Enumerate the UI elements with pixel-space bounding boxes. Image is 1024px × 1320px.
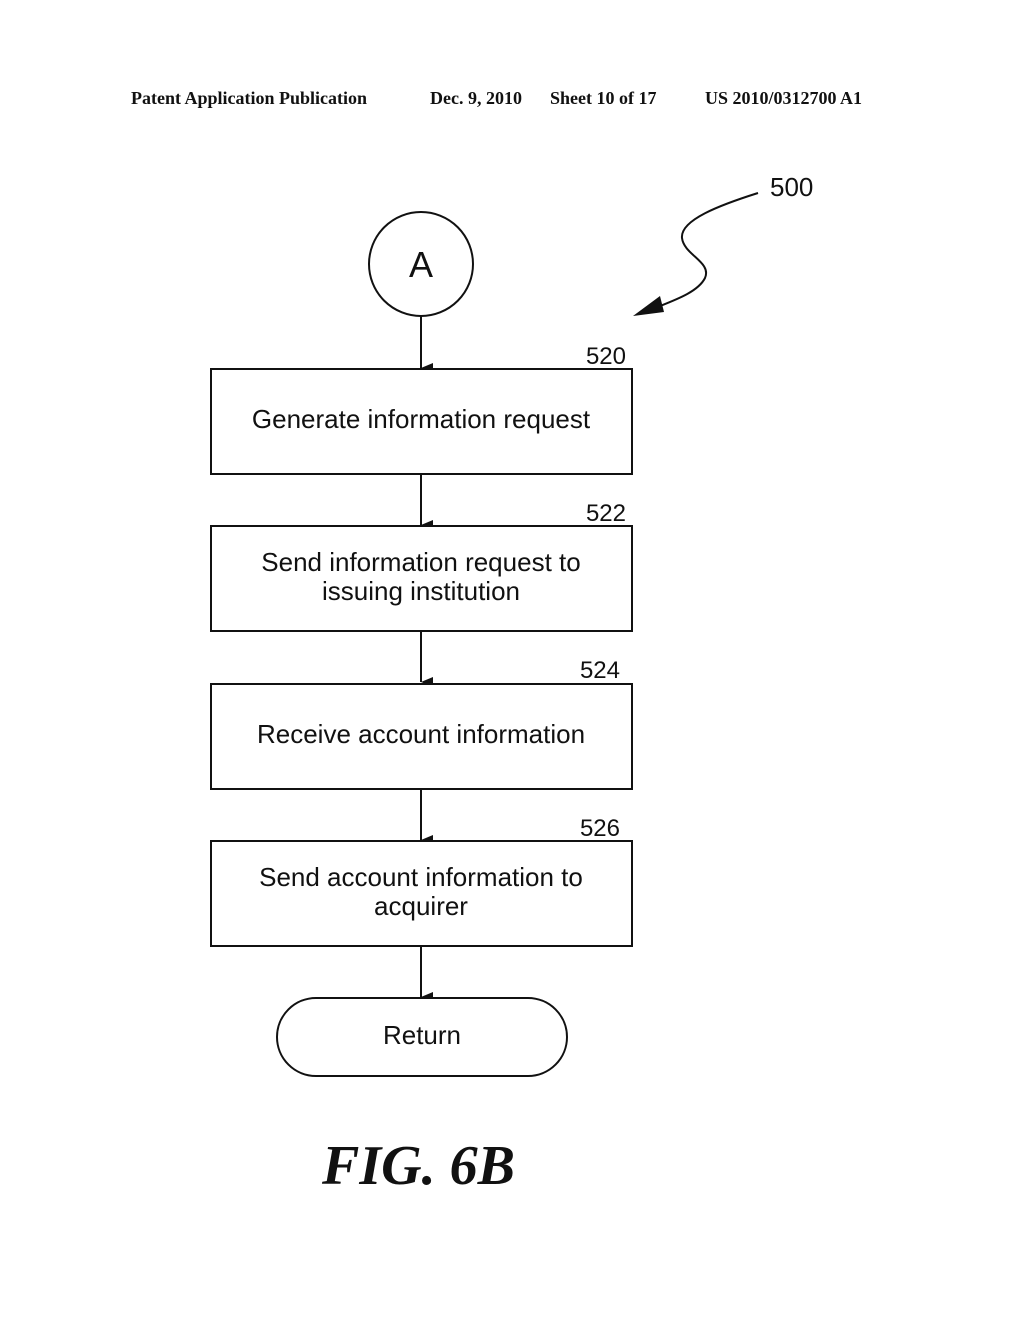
connector-a: A: [368, 211, 474, 317]
step-text-line-2: acquirer: [374, 891, 468, 921]
step-number: 526: [580, 815, 620, 842]
step-number: 524: [580, 657, 620, 684]
terminator-return: Return: [276, 997, 568, 1077]
step-text-line-1: Send information request to: [261, 547, 580, 577]
reference-arrowhead-icon: [633, 296, 664, 316]
connector-label: A: [409, 244, 433, 285]
step-text-line-2: issuing institution: [322, 576, 520, 606]
step-number: 522: [586, 500, 626, 527]
reference-label-500: 500: [770, 172, 813, 202]
figure-title: FIG. 6B: [322, 1135, 515, 1197]
reference-squiggle: [654, 192, 759, 309]
flowchart: 500 A 520 Generate information request 5…: [210, 172, 813, 1077]
step-text-line-1: Send account information to: [259, 862, 583, 892]
step-text: Generate information request: [252, 404, 591, 434]
step-number: 520: [586, 343, 626, 370]
terminator-label: Return: [383, 1020, 461, 1050]
step-text: Receive account information: [257, 719, 585, 749]
